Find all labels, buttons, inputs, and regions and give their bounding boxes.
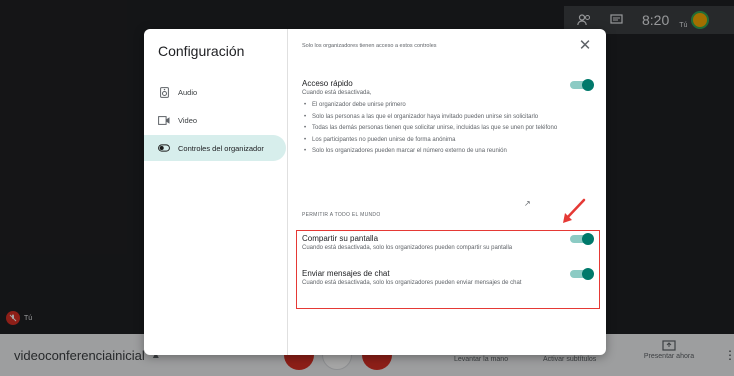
quick-access-title: Acceso rápido <box>302 79 353 88</box>
list-item: Todas las demás personas tienen que soli… <box>302 123 587 135</box>
nav-item-label: Video <box>178 115 198 125</box>
toggle-icon <box>158 142 170 154</box>
mouse-cursor-icon: ↗ <box>524 199 531 208</box>
send-chat-desc: Cuando está desactivada, solo los organi… <box>302 280 522 286</box>
list-item: Solo las personas a las que el organizad… <box>302 112 587 124</box>
nav-item-audio[interactable]: Audio <box>144 79 286 105</box>
send-chat-toggle[interactable] <box>570 268 594 280</box>
allow-all-heading: PERMITIR A TODO EL MUNDO <box>302 212 381 218</box>
send-chat-title: Enviar mensajes de chat <box>302 269 390 278</box>
host-notice: Solo los organizadores tienen acceso a e… <box>302 43 437 49</box>
toggle-knob <box>582 79 594 91</box>
nav-item-label: Audio <box>178 87 198 97</box>
nav-item-video[interactable]: Video <box>144 107 286 133</box>
toggle-knob <box>582 268 594 280</box>
nav-item-host-controls[interactable]: Controles del organizador <box>144 135 286 161</box>
quick-access-desc: Cuando está desactivada, <box>302 90 372 96</box>
quick-access-bullets: El organizador debe unirse primero Solo … <box>302 100 592 158</box>
settings-nav: Configuración Audio Video Controles del … <box>144 29 288 355</box>
close-icon[interactable]: ✕ <box>576 37 594 55</box>
quick-access-section: Acceso rápido Cuando está desactivada, E… <box>302 79 592 158</box>
list-item: Solo los organizadores pueden marcar el … <box>302 146 592 158</box>
settings-dialog: Configuración Audio Video Controles del … <box>144 29 606 355</box>
settings-panel: Solo los organizadores tienen acceso a e… <box>288 29 606 355</box>
share-screen-toggle[interactable] <box>570 233 594 245</box>
quick-access-toggle[interactable] <box>570 79 594 91</box>
list-item: Los participantes no pueden unirse de fo… <box>302 135 592 147</box>
share-screen-desc: Cuando está desactivada, solo los organi… <box>302 245 513 251</box>
nav-item-label: Controles del organizador <box>178 143 264 153</box>
speaker-icon <box>158 86 170 98</box>
dialog-title: Configuración <box>158 43 245 59</box>
send-chat-section: Enviar mensajes de chat Cuando está desa… <box>302 269 590 288</box>
toggle-knob <box>582 233 594 245</box>
list-item: El organizador debe unirse primero <box>302 100 592 112</box>
share-screen-section: Compartir su pantalla Cuando está desact… <box>302 234 592 253</box>
annotation-arrow-icon <box>563 198 586 223</box>
video-icon <box>158 114 170 126</box>
share-screen-title: Compartir su pantalla <box>302 234 379 243</box>
